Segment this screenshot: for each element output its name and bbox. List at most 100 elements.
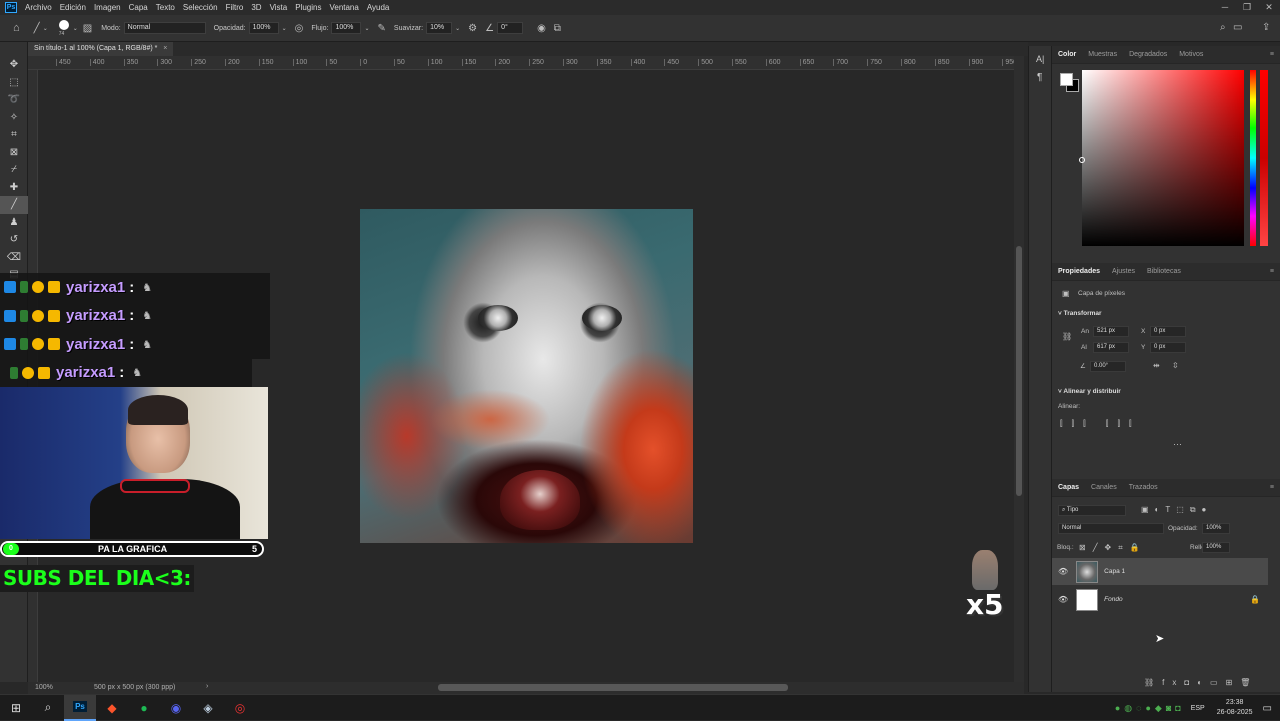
layer-filter-icons[interactable]: ▣◐T⬚⧉● — [1141, 505, 1212, 515]
airbrush-icon[interactable]: ✎ — [378, 23, 386, 34]
color-picker-field[interactable] — [1079, 70, 1244, 246]
menu-3d[interactable]: 3D — [247, 3, 265, 12]
panel-menu-icon[interactable]: ≡ — [1264, 268, 1280, 275]
menu-archivo[interactable]: Archivo — [21, 3, 56, 12]
layer-row-capa-1[interactable]: 👁 Capa 1 — [1052, 558, 1268, 585]
menu-plugins[interactable]: Plugins — [291, 3, 325, 12]
chevron-down-icon[interactable]: ⌄ — [282, 25, 287, 32]
obs-icon[interactable]: ◎ — [224, 695, 256, 721]
eraser-tool-icon[interactable]: ⌫ — [0, 249, 28, 267]
paragraph-panel-icon[interactable]: ¶ — [1037, 72, 1042, 83]
search-icon[interactable]: ⌕ — [1220, 22, 1226, 33]
close-tab-icon[interactable]: × — [163, 45, 167, 52]
flow-input[interactable]: 100% — [331, 22, 362, 34]
history-brush-icon[interactable]: ↺ — [0, 231, 28, 249]
brush-panel-icon[interactable]: ▨ — [83, 23, 92, 34]
layer-bottom-actions[interactable]: ⛓fx◘◐▭⊞🗑 — [1144, 678, 1258, 687]
chevron-down-icon[interactable]: ⌄ — [43, 25, 48, 32]
magic-wand-tool-icon[interactable]: ✧ — [0, 109, 28, 127]
chevron-right-icon[interactable]: › — [206, 683, 208, 690]
symmetry-icon[interactable]: ⧉ — [554, 23, 561, 34]
color-picker-handle[interactable] — [1079, 157, 1085, 163]
move-tool-icon[interactable]: ✥ — [0, 56, 28, 74]
healing-tool-icon[interactable]: ✚ — [0, 179, 28, 197]
search-icon[interactable]: ⌕ — [32, 695, 64, 721]
layer-row-fondo[interactable]: 👁 Fondo 🔒 — [1052, 586, 1268, 613]
close-icon[interactable]: ✕ — [1258, 0, 1280, 15]
discord-icon[interactable]: ◉ — [160, 695, 192, 721]
share-icon[interactable]: ⇪ — [1262, 22, 1270, 33]
vertical-scrollbar[interactable] — [1014, 56, 1024, 682]
tab-degradados[interactable]: Degradados — [1123, 51, 1173, 58]
link-icon[interactable]: ⛓ — [1062, 332, 1072, 341]
menu-capa[interactable]: Capa — [125, 3, 152, 12]
more-options-icon[interactable]: ··· — [1173, 439, 1182, 449]
tab-propiedades[interactable]: Propiedades — [1052, 268, 1106, 275]
notifications-icon[interactable]: ▭ — [1263, 703, 1272, 714]
x-field[interactable]: 0 px — [1150, 326, 1186, 337]
panel-menu-icon[interactable]: ≡ — [1264, 51, 1280, 58]
smooth-input[interactable]: 10% — [426, 22, 453, 34]
flip-horizontal-icon[interactable]: ⇹ — [1153, 361, 1160, 370]
height-field[interactable]: 617 px — [1093, 342, 1129, 353]
tab-capas[interactable]: Capas — [1052, 484, 1085, 491]
layer-filter-select[interactable]: ⌕ Tipo — [1058, 505, 1126, 516]
fill-field[interactable]: 100% — [1202, 542, 1230, 553]
frame-tool-icon[interactable]: ⊠ — [0, 144, 28, 162]
align-buttons-icon[interactable]: ⫿⫿⫿ ⫿⫿⫿ — [1060, 419, 1141, 429]
menu-vista[interactable]: Vista — [266, 3, 292, 12]
document-tab[interactable]: Sin título-1 al 100% (Capa 1, RGB/8#) * … — [28, 42, 174, 56]
character-panel-icon[interactable]: A| — [1036, 54, 1044, 64]
chevron-down-icon[interactable]: ⌄ — [364, 25, 369, 32]
blend-mode-select[interactable]: Normal — [1058, 523, 1164, 534]
pressure-size-icon[interactable]: ◉ — [537, 23, 546, 34]
photoshop-logo-icon[interactable]: Ps — [5, 2, 17, 13]
spotify-icon[interactable]: ● — [128, 695, 160, 721]
steam-icon[interactable]: ◈ — [192, 695, 224, 721]
photoshop-taskbar-icon[interactable]: Ps — [64, 694, 96, 721]
transform-section-title[interactable]: ˅ Transformar — [1058, 310, 1102, 317]
tab-ajustes[interactable]: Ajustes — [1106, 268, 1141, 275]
brush-tool-icon[interactable]: ╱ — [34, 23, 40, 34]
opacity-input[interactable]: 100% — [248, 22, 279, 34]
horizontal-scroll-thumb[interactable] — [438, 684, 788, 691]
tab-color[interactable]: Color — [1052, 51, 1082, 58]
angle-input[interactable]: 0° — [497, 22, 524, 34]
clock[interactable]: 23:38 26-08-2025 — [1217, 698, 1253, 718]
menu-imagen[interactable]: Imagen — [90, 3, 125, 12]
align-section-title[interactable]: ˅ Alinear y distribuir — [1058, 388, 1121, 395]
hue-slider[interactable] — [1250, 70, 1256, 246]
panel-menu-icon[interactable]: ≡ — [1264, 484, 1280, 491]
tab-canales[interactable]: Canales — [1085, 484, 1123, 491]
mode-select[interactable]: Normal — [123, 22, 206, 34]
brush-tool-icon[interactable]: ╱ — [0, 196, 28, 214]
eyedropper-tool-icon[interactable]: ⌿ — [0, 161, 28, 179]
vertical-scroll-thumb[interactable] — [1016, 246, 1022, 496]
stamp-tool-icon[interactable]: ♟ — [0, 214, 28, 232]
angle-icon[interactable]: ∠ — [485, 23, 494, 34]
menu-ventana[interactable]: Ventana — [325, 3, 362, 12]
pressure-opacity-icon[interactable]: ◎ — [295, 23, 304, 34]
flip-vertical-icon[interactable]: ⇳ — [1172, 361, 1179, 370]
zoom-level[interactable]: 100% — [35, 684, 53, 691]
layer-opacity-field[interactable]: 100% — [1202, 523, 1230, 534]
tab-motivos[interactable]: Motivos — [1173, 51, 1209, 58]
marquee-tool-icon[interactable]: ⬚ — [0, 74, 28, 92]
workspace-icon[interactable]: ▭ — [1233, 22, 1242, 33]
angle-field[interactable]: 0.00° — [1090, 361, 1126, 372]
home-icon[interactable]: ⌂ — [13, 22, 20, 34]
language-indicator[interactable]: ESP — [1191, 705, 1205, 712]
tab-trazados[interactable]: Trazados — [1123, 484, 1164, 491]
brave-browser-icon[interactable]: ◆ — [96, 695, 128, 721]
restore-icon[interactable]: ❐ — [1236, 0, 1258, 15]
chevron-down-icon[interactable]: ⌄ — [455, 25, 460, 32]
menu-seleccion[interactable]: Selección — [179, 3, 222, 12]
visibility-eye-icon[interactable]: 👁 — [1058, 567, 1068, 576]
menu-edicion[interactable]: Edición — [56, 3, 90, 12]
tab-bibliotecas[interactable]: Bibliotecas — [1141, 268, 1187, 275]
gear-icon[interactable]: ⚙ — [468, 23, 477, 34]
menu-filtro[interactable]: Filtro — [222, 3, 248, 12]
menu-texto[interactable]: Texto — [152, 3, 179, 12]
document-canvas-image[interactable] — [360, 209, 693, 543]
crop-tool-icon[interactable]: ⌗ — [0, 126, 28, 144]
